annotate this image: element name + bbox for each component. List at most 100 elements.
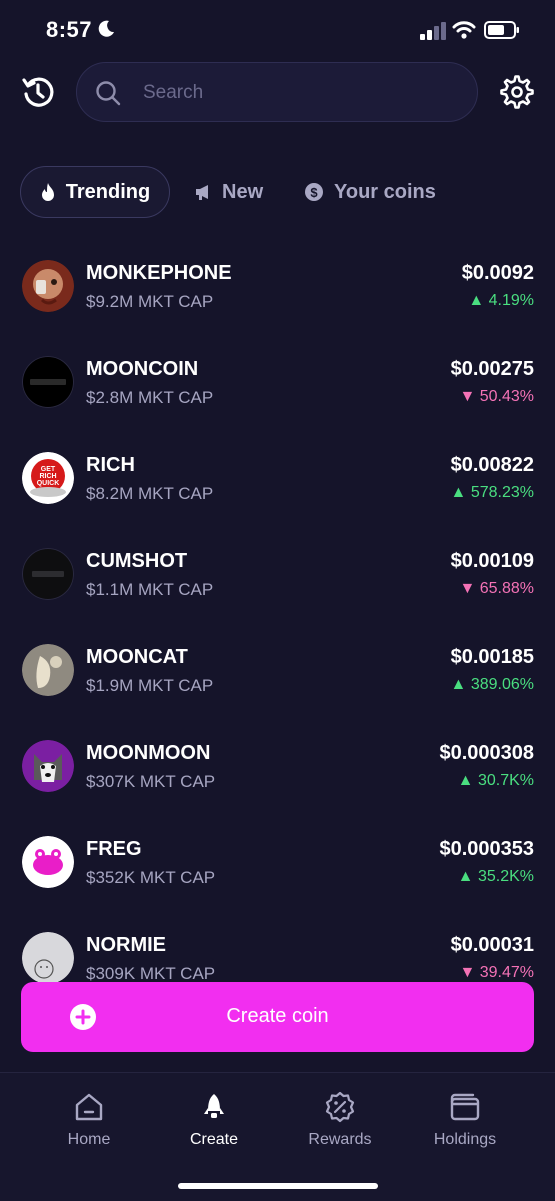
search-input[interactable] — [141, 63, 465, 123]
coin-row-moonmoon[interactable]: MOONMOON $307K MKT CAP $0.000308 ▲ 30.7K… — [0, 720, 555, 816]
coin-avatar-moonmoon — [22, 740, 74, 792]
coin-market-cap: $8.2M MKT CAP — [86, 484, 214, 503]
coin-change-value: 39.47% — [479, 964, 534, 981]
tab-your-coins[interactable]: $ Your coins — [304, 166, 436, 218]
coin-change-value: 30.7K% — [477, 772, 534, 789]
coin-market-cap: $307K MKT CAP — [86, 772, 216, 791]
coin-row-cumshot[interactable]: CUMSHOT $1.1M MKT CAP $0.00109 ▼ 65.88% — [0, 528, 555, 624]
coin-avatar-monkephone — [22, 260, 74, 312]
coin-icon: $ — [305, 183, 323, 201]
coin-list: MONKEPHONE $9.2M MKT CAP $0.0092 ▲ 4.19%… — [0, 240, 555, 1000]
triangle-up-icon: ▲ — [457, 772, 478, 789]
coin-market-cap: $309K MKT CAP — [86, 964, 216, 983]
create-coin-label: Create coin — [226, 1005, 329, 1027]
coin-name: CUMSHOT — [86, 550, 188, 572]
rich-avatar-text: GET — [41, 466, 56, 473]
coin-name: MONKEPHONE — [86, 262, 232, 284]
coin-change: ▲ 4.19% — [468, 292, 534, 310]
svg-text:$: $ — [310, 185, 318, 200]
flame-icon — [41, 183, 54, 201]
coin-change: ▼ 50.43% — [459, 388, 534, 406]
triangle-up-icon: ▲ — [468, 292, 489, 309]
coin-market-cap: $1.9M MKT CAP — [86, 676, 214, 695]
status-bar: 8:57 — [0, 0, 555, 60]
coin-avatar-mooncat — [22, 644, 74, 696]
coin-name: MOONMOON — [86, 742, 211, 764]
coin-change-value: 4.19% — [488, 292, 534, 309]
coin-row-monkephone[interactable]: MONKEPHONE $9.2M MKT CAP $0.0092 ▲ 4.19% — [0, 240, 555, 336]
coin-change-value: 65.88% — [479, 580, 534, 597]
coin-change: ▲ 578.23% — [451, 484, 534, 502]
coin-change: ▼ 65.88% — [459, 580, 534, 598]
coin-price: $0.00275 — [450, 358, 534, 380]
wallet-icon — [450, 1093, 480, 1121]
coin-price: $0.000308 — [439, 742, 534, 764]
coin-change: ▲ 30.7K% — [458, 772, 534, 790]
coin-price: $0.00109 — [450, 550, 534, 572]
coin-change: ▼ 39.47% — [459, 964, 534, 982]
tab-your-coins-label: Your coins — [334, 180, 436, 203]
coin-change: ▲ 35.2K% — [458, 868, 534, 886]
nav-rewards[interactable]: Rewards — [285, 1091, 395, 1161]
coin-price: $0.0092 — [461, 262, 534, 284]
coin-market-cap: $1.1M MKT CAP — [86, 580, 214, 599]
svg-text:QUICK: QUICK — [37, 480, 60, 487]
coin-price: $0.000353 — [439, 838, 534, 860]
tab-new[interactable]: New — [194, 166, 263, 218]
tab-new-label: New — [222, 180, 264, 203]
nav-create-label: Create — [189, 1131, 239, 1148]
coin-change: ▲ 389.06% — [451, 676, 534, 694]
triangle-down-icon: ▼ — [459, 580, 480, 597]
coin-avatar-mooncoin — [22, 356, 74, 408]
home-icon — [75, 1093, 103, 1121]
wifi-icon — [452, 21, 476, 39]
status-time: 8:57 — [46, 17, 93, 42]
coin-row-freg[interactable]: FREG $352K MKT CAP $0.000353 ▲ 35.2K% — [0, 816, 555, 912]
nav-holdings[interactable]: Holdings — [410, 1091, 520, 1161]
triangle-down-icon: ▼ — [459, 964, 480, 981]
triangle-up-icon: ▲ — [450, 676, 471, 693]
coin-name: RICH — [86, 454, 135, 476]
coin-market-cap: $352K MKT CAP — [86, 868, 216, 887]
tab-bar: Trending New $ Your coins — [20, 166, 540, 218]
triangle-up-icon: ▲ — [457, 868, 478, 885]
coin-row-rich[interactable]: GET RICH QUICK RICH $8.2M MKT CAP $0.008… — [0, 432, 555, 528]
coin-price: $0.00031 — [450, 934, 534, 956]
coin-row-mooncat[interactable]: MOONCAT $1.9M MKT CAP $0.00185 ▲ 389.06% — [0, 624, 555, 720]
gear-icon[interactable] — [500, 75, 534, 109]
coin-price: $0.00822 — [450, 454, 534, 476]
svg-text:RICH: RICH — [39, 473, 56, 480]
coin-avatar-cumshot — [22, 548, 74, 600]
coin-market-cap: $2.8M MKT CAP — [86, 388, 214, 407]
coin-avatar-normie — [22, 932, 74, 984]
megaphone-icon — [196, 185, 208, 200]
search-icon — [96, 81, 121, 106]
triangle-down-icon: ▼ — [459, 388, 480, 405]
tab-trending-label: Trending — [65, 180, 151, 203]
coin-change-value: 35.2K% — [477, 868, 534, 885]
coin-row-mooncoin[interactable]: MOONCOIN $2.8M MKT CAP $0.00275 ▼ 50.43% — [0, 336, 555, 432]
create-coin-button[interactable]: Create coin — [21, 982, 534, 1052]
nav-home[interactable]: Home — [34, 1091, 144, 1161]
triangle-up-icon: ▲ — [450, 484, 471, 501]
search-bar[interactable] — [76, 62, 478, 123]
battery-icon — [484, 21, 519, 39]
coin-name: FREG — [86, 838, 142, 860]
nav-holdings-label: Holdings — [433, 1131, 497, 1148]
coin-name: MOONCOIN — [86, 358, 199, 380]
coin-avatar-rich: GET RICH QUICK — [22, 452, 74, 504]
moon-icon — [98, 20, 114, 37]
coin-change-value: 578.23% — [470, 484, 534, 501]
coin-name: NORMIE — [86, 934, 166, 956]
coin-name: MOONCAT — [86, 646, 188, 668]
history-icon[interactable] — [20, 74, 56, 110]
nav-home-label: Home — [67, 1131, 111, 1148]
coin-price: $0.00185 — [450, 646, 534, 668]
tab-trending[interactable]: Trending — [20, 166, 170, 218]
home-indicator — [178, 1183, 378, 1189]
nav-create[interactable]: Create — [159, 1091, 269, 1161]
nav-rewards-label: Rewards — [308, 1131, 372, 1148]
percent-badge-icon — [325, 1091, 355, 1123]
bottom-nav: Home Create Rewards Holdings — [0, 1072, 555, 1201]
coin-change-value: 389.06% — [470, 676, 534, 693]
